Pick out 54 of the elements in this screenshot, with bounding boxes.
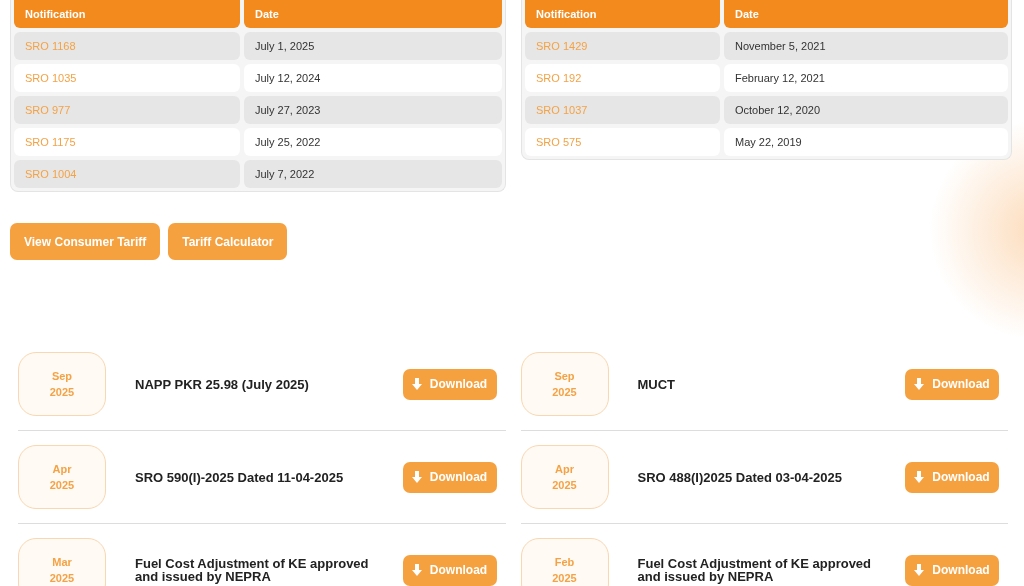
document-title: Fuel Cost Adjustment of KE approved and issued by NEPRA xyxy=(636,557,873,583)
table-cell: July 12, 2024 xyxy=(244,64,502,92)
table-cell: July 25, 2022 xyxy=(244,128,502,156)
badge-month: Sep xyxy=(51,370,73,382)
download-button[interactable]: Download xyxy=(402,461,497,493)
notification-link[interactable]: SRO 1037 xyxy=(536,104,588,116)
badge-year: 2025 xyxy=(552,572,577,584)
badge-year: 2025 xyxy=(49,386,75,398)
table-cell: November 5, 2021 xyxy=(724,32,1008,60)
notification-link[interactable]: SRO 1429 xyxy=(536,40,588,52)
column-header: Date xyxy=(724,0,1008,28)
document-title: Fuel Cost Adjustment of KE approved and issued by NEPRA xyxy=(134,557,370,583)
column-header: Date xyxy=(244,0,502,28)
notification-link[interactable]: SRO 1168 xyxy=(25,40,76,52)
notification-link[interactable]: SRO 192 xyxy=(536,72,582,84)
badge-month: Apr xyxy=(52,463,72,475)
download-icon xyxy=(411,471,422,483)
badge-year: 2025 xyxy=(552,479,577,491)
download-button[interactable]: Download xyxy=(905,368,999,400)
column-header: Notification xyxy=(525,0,720,28)
table-cell: July 7, 2022 xyxy=(244,160,502,188)
download-button[interactable]: Download xyxy=(402,368,497,400)
download-icon xyxy=(914,564,925,576)
notification-link[interactable]: SRO 575 xyxy=(536,136,582,148)
download-icon xyxy=(914,378,925,390)
badge-month: Sep xyxy=(554,370,575,382)
badge-month: Feb xyxy=(554,556,575,568)
badge-month: Mar xyxy=(52,556,72,568)
document-title: SRO 590(I)-2025 Dated 11-04-2025 xyxy=(134,470,345,484)
document-title: SRO 488(I)2025 Dated 03-04-2025 xyxy=(636,470,843,484)
badge-month: Apr xyxy=(555,463,574,475)
download-button[interactable]: Download xyxy=(905,554,999,586)
table-cell: July 27, 2023 xyxy=(244,96,502,124)
badge-year: 2025 xyxy=(552,386,577,398)
download-icon xyxy=(411,378,422,390)
tariff-button[interactable]: View Consumer Tariff xyxy=(10,223,161,260)
badge-year: 2025 xyxy=(49,572,75,584)
table-cell: October 12, 2020 xyxy=(724,96,1008,124)
notification-link[interactable]: SRO 1004 xyxy=(25,168,77,180)
download-button[interactable]: Download xyxy=(402,554,497,586)
notification-link[interactable]: SRO 977 xyxy=(25,104,71,116)
notification-link[interactable]: SRO 1035 xyxy=(25,72,77,84)
column-header: Notification xyxy=(14,0,240,28)
download-icon xyxy=(411,564,422,576)
table-cell: July 1, 2025 xyxy=(244,32,502,60)
download-button[interactable]: Download xyxy=(905,461,999,493)
download-icon xyxy=(914,471,925,483)
badge-year: 2025 xyxy=(49,479,75,491)
tariff-button[interactable]: Tariff Calculator xyxy=(168,223,288,260)
notification-link[interactable]: SRO 1175 xyxy=(25,136,76,148)
document-title: MUCT xyxy=(636,377,677,391)
table-cell: May 22, 2019 xyxy=(724,128,1008,156)
document-title: NAPP PKR 25.98 (July 2025) xyxy=(134,377,310,391)
table-cell: February 12, 2021 xyxy=(724,64,1008,92)
